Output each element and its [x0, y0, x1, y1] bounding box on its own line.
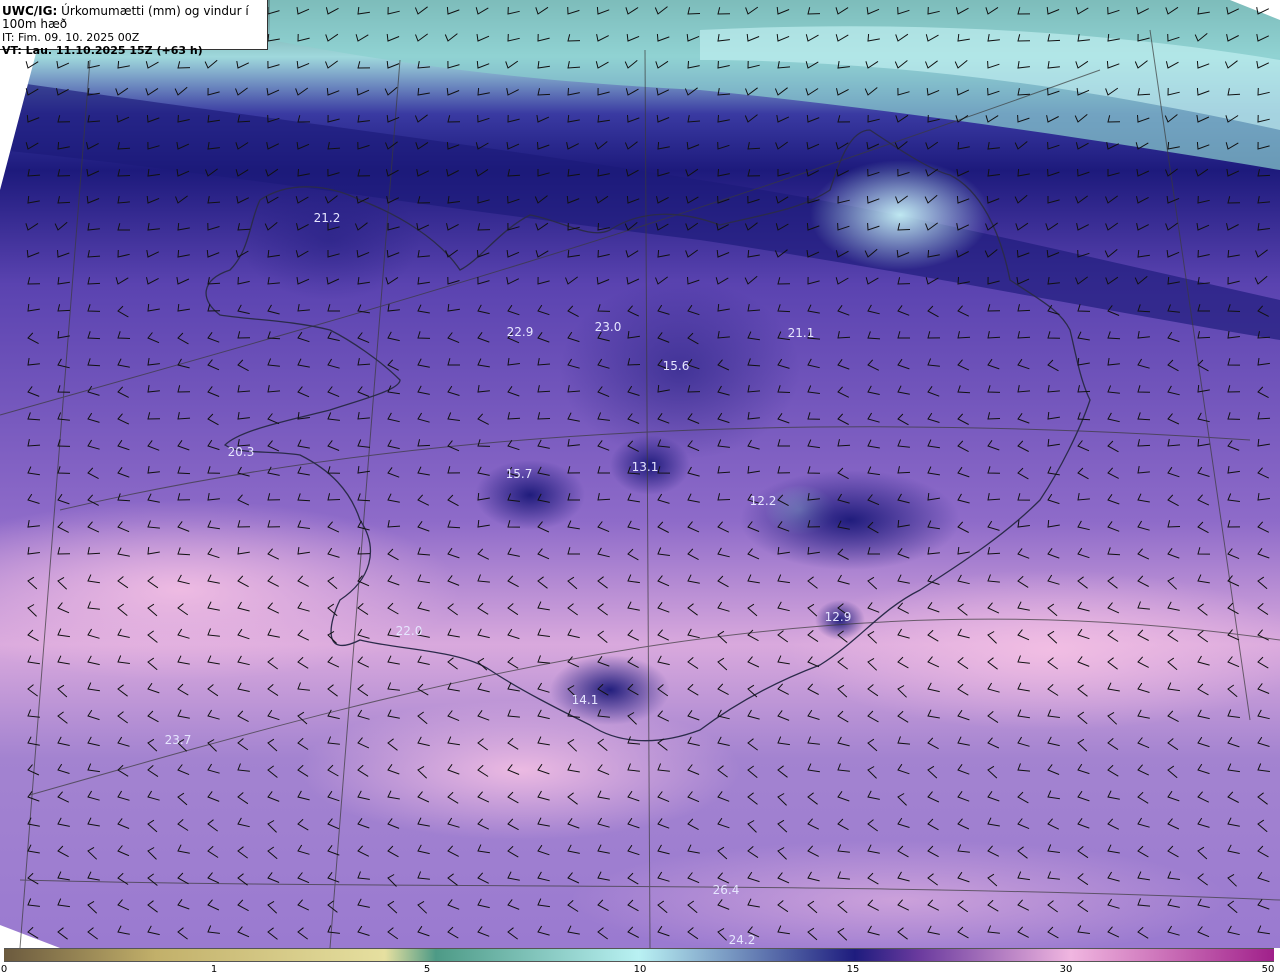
value-label: 22.9 — [507, 325, 534, 339]
colorbar: 0 1 5 10 15 30 50 — [0, 948, 1280, 978]
colorbar-tick-15: 15 — [846, 964, 860, 975]
value-label: 13.1 — [632, 460, 659, 474]
value-label: 15.7 — [506, 467, 533, 481]
value-label: 14.1 — [572, 693, 599, 707]
value-label: 15.6 — [663, 359, 690, 373]
colorbar-tick-5: 5 — [423, 964, 431, 975]
value-label: 26.4 — [713, 883, 740, 897]
value-label: 22.0 — [396, 624, 423, 638]
map-canvas: 21.2 22.9 23.0 21.1 15.6 20.3 15.7 13.1 12.2 22.0… — [0, 0, 1280, 948]
value-label: 12.9 — [825, 610, 852, 624]
value-label: 20.3 — [228, 445, 255, 459]
map-title-box: UWC/IG: Úrkomumætti (mm) og vindur í 100… — [0, 0, 268, 57]
model-prefix: UWC/IG: — [2, 4, 58, 18]
weather-map: 21.2 22.9 23.0 21.1 15.6 20.3 15.7 13.1 12.2 22.0… — [0, 0, 1280, 948]
value-label: 23.0 — [595, 320, 622, 334]
value-label: 23.7 — [165, 733, 192, 747]
valid-time: VT: Lau. 11.10.2025 15Z (+63 h) — [2, 44, 203, 57]
colorbar-tick-1: 1 — [210, 964, 218, 975]
value-label: 24.2 — [729, 933, 756, 947]
value-label: 12.2 — [750, 494, 777, 508]
init-time: IT: Fim. 09. 10. 2025 00Z — [2, 31, 140, 44]
colorbar-tick-10: 10 — [633, 964, 647, 975]
colorbar-tick-0: 0 — [0, 964, 8, 975]
value-label: 21.2 — [314, 211, 341, 225]
value-label: 21.1 — [788, 326, 815, 340]
colorbar-tick-30: 30 — [1059, 964, 1073, 975]
colorbar-tick-50: 50 — [1261, 964, 1275, 975]
colorbar-strip — [4, 948, 1274, 962]
